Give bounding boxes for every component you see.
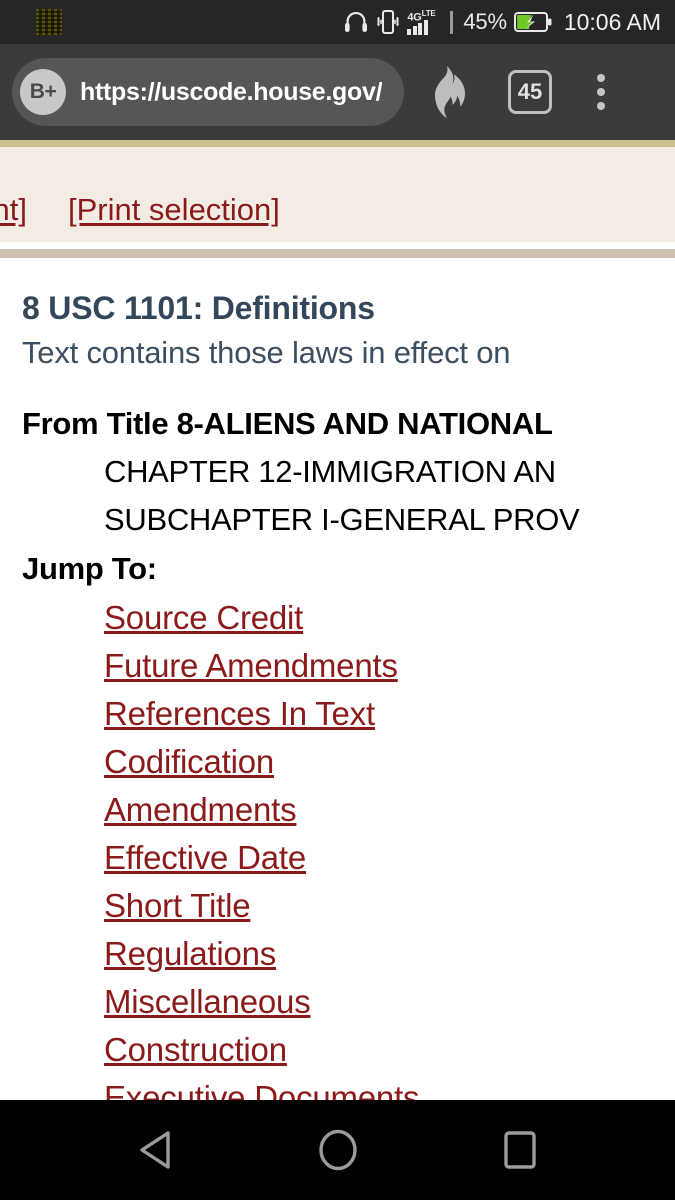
home-circle-icon xyxy=(318,1129,357,1171)
battery-charging-icon xyxy=(513,12,552,32)
battery-percent-label: 45% xyxy=(463,9,507,34)
nav-back-button[interactable] xyxy=(123,1117,189,1183)
app-notification-icon xyxy=(36,9,62,35)
page-top-strip xyxy=(0,140,675,147)
tab-count-label: 45 xyxy=(508,70,552,114)
jump-link-construction[interactable]: Construction xyxy=(104,1026,675,1074)
jump-to-heading: Jump To: xyxy=(22,551,157,586)
address-bar[interactable]: B+ https://uscode.house.gov/ xyxy=(12,58,404,126)
signal-4glte-icon: 4GLTE xyxy=(407,9,441,35)
status-bar-notifications xyxy=(14,9,343,35)
signal-bars-icon xyxy=(407,20,428,35)
back-triangle-icon xyxy=(139,1131,170,1169)
tab-switcher-button[interactable]: 45 xyxy=(490,44,570,140)
headphones-icon xyxy=(345,12,368,32)
recents-square-icon xyxy=(503,1131,536,1169)
brave-browser-toolbar: B+ https://uscode.house.gov/ 45 xyxy=(0,44,675,140)
status-bar-system-icons: 4GLTE 45% 10:06 AM xyxy=(343,9,661,36)
jump-link-source-credit[interactable]: Source Credit xyxy=(104,594,675,642)
jump-link-references-in-text[interactable]: References In Text xyxy=(104,690,675,738)
vibrate-icon xyxy=(377,10,399,34)
status-clock: 10:06 AM xyxy=(563,8,661,35)
brave-shields-button[interactable] xyxy=(404,44,490,140)
android-status-bar: 4GLTE 45% 10:06 AM xyxy=(0,0,675,44)
chapter-line: CHAPTER 12-IMMIGRATION AN xyxy=(104,454,556,489)
jump-link-amendments[interactable]: Amendments xyxy=(104,786,675,834)
document-body: 8 USC 1101: Definitions Text contains th… xyxy=(0,258,675,1100)
url-text[interactable]: https://uscode.house.gov/ xyxy=(80,78,382,107)
print-toolbar-banner: [Print] [Print selection] xyxy=(0,147,675,242)
jump-link-future-amendments[interactable]: Future Amendments xyxy=(104,642,675,690)
overflow-menu-icon xyxy=(597,74,605,110)
page-subtitle: Text contains those laws in effect on xyxy=(22,335,511,370)
android-navigation-bar xyxy=(0,1100,675,1200)
from-title-line: From Title 8-ALIENS AND NATIONAL xyxy=(22,406,553,441)
jump-link-codification[interactable]: Codification xyxy=(104,738,675,786)
print-link[interactable]: [Print] xyxy=(0,192,27,227)
phone-screen: 4GLTE 45% 10:06 AM B+ https://uscode.hou… xyxy=(0,0,675,1200)
page-title: 8 USC 1101: Definitions xyxy=(22,290,375,326)
print-links-row: [Print] [Print selection] xyxy=(0,192,321,228)
brave-rewards-bat-icon[interactable]: B+ xyxy=(20,69,66,115)
banner-gap xyxy=(0,242,675,249)
jump-link-miscellaneous[interactable]: Miscellaneous xyxy=(104,978,675,1026)
webpage-viewport[interactable]: [Print] [Print selection] 8 USC 1101: Def… xyxy=(0,140,675,1100)
overflow-menu-button[interactable] xyxy=(570,44,632,140)
brave-shields-flame-icon xyxy=(435,66,465,118)
jump-link-short-title[interactable]: Short Title xyxy=(104,882,675,930)
subchapter-line: SUBCHAPTER I-GENERAL PROV xyxy=(104,502,580,537)
nav-home-button[interactable] xyxy=(305,1117,371,1183)
jump-link-executive-documents[interactable]: Executive Documents xyxy=(104,1074,675,1100)
jump-link-regulations[interactable]: Regulations xyxy=(104,930,675,978)
print-selection-link[interactable]: [Print selection] xyxy=(68,192,280,227)
jump-to-link-list: Source Credit Future Amendments Referenc… xyxy=(22,594,675,1100)
section-divider xyxy=(0,249,675,258)
jump-link-effective-date[interactable]: Effective Date xyxy=(104,834,675,882)
status-separator xyxy=(450,10,454,34)
nav-recents-button[interactable] xyxy=(487,1117,553,1183)
